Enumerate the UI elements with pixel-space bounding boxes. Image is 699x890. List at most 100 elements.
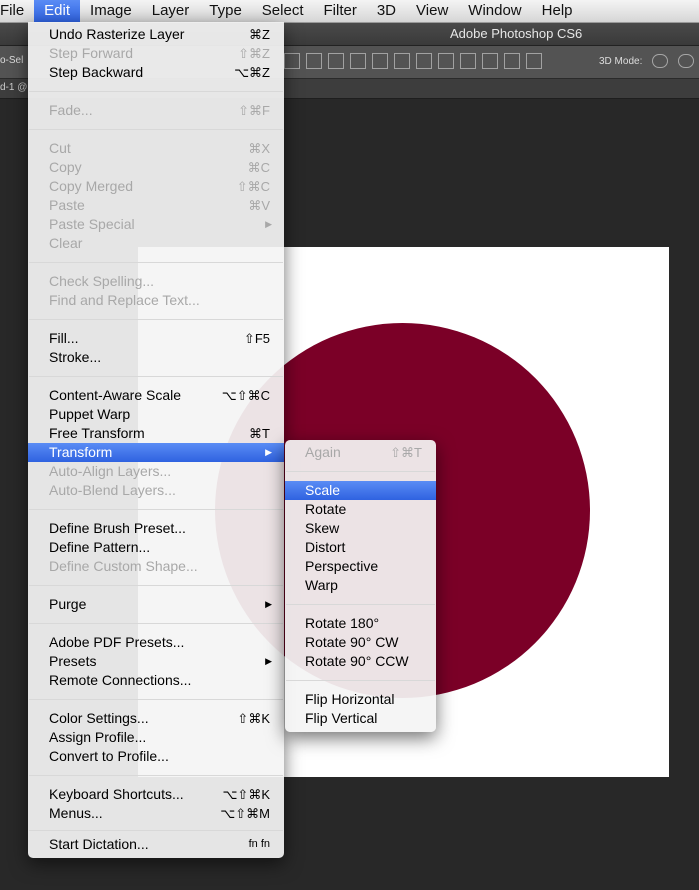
shortcut: ⇧F5 [243, 331, 270, 346]
menu-item-label: Keyboard Shortcuts... [49, 786, 184, 802]
menu-item-auto-align: Auto-Align Layers... [28, 462, 284, 481]
menu-item-perspective[interactable]: Perspective [285, 557, 436, 576]
shortcut: ⇧⌘C [236, 179, 270, 194]
menu-separator [29, 91, 283, 92]
menu-item-define-custom-shape: Define Custom Shape... [28, 557, 284, 576]
menu-item-rotate-180[interactable]: Rotate 180° [285, 614, 436, 633]
menu-item-label: Flip Vertical [305, 710, 378, 726]
shortcut: ⇧⌘T [390, 445, 422, 460]
menu-item-define-brush[interactable]: Define Brush Preset... [28, 519, 284, 538]
menu-item-label: Undo Rasterize Layer [49, 26, 185, 42]
menu-item-warp[interactable]: Warp [285, 576, 436, 595]
3d-roll-icon[interactable] [678, 54, 694, 68]
menu-item-flip-vertical[interactable]: Flip Vertical [285, 709, 436, 728]
menu-item-fill[interactable]: Fill... ⇧F5 [28, 329, 284, 348]
menu-edit[interactable]: Edit [34, 0, 81, 22]
menu-item-menus[interactable]: Menus... ⌥⇧⌘M [28, 804, 284, 823]
menu-type[interactable]: Type [199, 0, 252, 22]
menu-item-convert-profile[interactable]: Convert to Profile... [28, 747, 284, 766]
align-right-icon[interactable] [394, 53, 410, 69]
menu-item-label: Color Settings... [49, 710, 149, 726]
menu-item-label: Check Spelling... [49, 273, 155, 289]
shortcut: ⌘X [248, 141, 270, 156]
menu-filter[interactable]: Filter [314, 0, 367, 22]
distribute-hcenter-icon[interactable] [504, 53, 520, 69]
menu-item-content-aware-scale[interactable]: Content-Aware Scale ⌥⇧⌘C [28, 386, 284, 405]
menu-layer[interactable]: Layer [142, 0, 200, 22]
menu-3d[interactable]: 3D [367, 0, 406, 22]
menu-item-label: Remote Connections... [49, 672, 192, 688]
3d-orbit-icon[interactable] [652, 54, 668, 68]
menu-select[interactable]: Select [252, 0, 314, 22]
menu-separator [286, 680, 435, 681]
menu-item-free-transform[interactable]: Free Transform ⌘T [28, 424, 284, 443]
menu-item-label: Define Pattern... [49, 539, 151, 555]
menu-item-puppet-warp[interactable]: Puppet Warp [28, 405, 284, 424]
shortcut: ⌥⇧⌘M [220, 806, 270, 821]
menu-item-pdf-presets[interactable]: Adobe PDF Presets... [28, 633, 284, 652]
shortcut: ⌥⌘Z [234, 65, 270, 80]
align-vcenter-icon[interactable] [306, 53, 322, 69]
menu-bar: File Edit Image Layer Type Select Filter… [0, 0, 699, 23]
menu-item-presets[interactable]: Presets ▶ [28, 652, 284, 671]
menu-item-label: Fill... [49, 330, 79, 346]
menu-item-color-settings[interactable]: Color Settings... ⇧⌘K [28, 709, 284, 728]
distribute-top-icon[interactable] [416, 53, 432, 69]
menu-item-start-dictation[interactable]: Start Dictation... fn fn [28, 835, 284, 854]
align-bottom-icon[interactable] [328, 53, 344, 69]
menu-item-flip-horizontal[interactable]: Flip Horizontal [285, 690, 436, 709]
menu-separator [29, 830, 283, 831]
menu-help[interactable]: Help [532, 0, 583, 22]
distribute-vcenter-icon[interactable] [438, 53, 454, 69]
menu-item-remote-connections[interactable]: Remote Connections... [28, 671, 284, 690]
edit-menu: Undo Rasterize Layer ⌘Z Step Forward ⇧⌘Z… [28, 22, 284, 858]
menu-item-assign-profile[interactable]: Assign Profile... [28, 728, 284, 747]
menu-separator [29, 376, 283, 377]
distribute-left-icon[interactable] [482, 53, 498, 69]
menu-item-define-pattern[interactable]: Define Pattern... [28, 538, 284, 557]
menu-separator [29, 623, 283, 624]
menu-window[interactable]: Window [458, 0, 531, 22]
menu-file[interactable]: File [0, 0, 34, 22]
menu-separator [29, 319, 283, 320]
menu-item-rotate-90-ccw[interactable]: Rotate 90° CCW [285, 652, 436, 671]
menu-item-keyboard-shortcuts[interactable]: Keyboard Shortcuts... ⌥⇧⌘K [28, 785, 284, 804]
menu-item-fade: Fade... ⇧⌘F [28, 101, 284, 120]
menu-item-label: Paste [49, 197, 85, 213]
menu-item-step-backward[interactable]: Step Backward ⌥⌘Z [28, 63, 284, 82]
menu-item-scale[interactable]: Scale [285, 481, 436, 500]
menu-image[interactable]: Image [80, 0, 142, 22]
menu-item-auto-blend: Auto-Blend Layers... [28, 481, 284, 500]
menu-item-label: Perspective [305, 558, 379, 574]
menu-item-transform[interactable]: Transform ▶ [28, 443, 284, 462]
menu-item-label: Menus... [49, 805, 103, 821]
menu-item-label: Paste Special [49, 216, 135, 232]
menu-item-label: Warp [305, 577, 338, 593]
menu-item-label: Step Backward [49, 64, 144, 80]
menu-item-skew[interactable]: Skew [285, 519, 436, 538]
menu-item-distort[interactable]: Distort [285, 538, 436, 557]
menu-item-label: Again [305, 444, 341, 460]
auto-select-label[interactable]: o-Sel [0, 55, 23, 66]
align-hcenter-icon[interactable] [372, 53, 388, 69]
menu-view[interactable]: View [406, 0, 458, 22]
menu-item-rotate[interactable]: Rotate [285, 500, 436, 519]
menu-item-purge[interactable]: Purge ▶ [28, 595, 284, 614]
menu-separator [29, 262, 283, 263]
menu-separator [29, 509, 283, 510]
distribute-bottom-icon[interactable] [460, 53, 476, 69]
menu-item-undo[interactable]: Undo Rasterize Layer ⌘Z [28, 25, 284, 44]
menu-item-label: Start Dictation... [49, 836, 149, 852]
menu-item-label: Content-Aware Scale [49, 387, 182, 403]
transform-submenu: Again ⇧⌘T Scale Rotate Skew Distort Pers… [285, 440, 436, 732]
menu-item-rotate-90-cw[interactable]: Rotate 90° CW [285, 633, 436, 652]
submenu-arrow-icon: ▶ [265, 656, 272, 666]
menu-item-label: Rotate 90° CW [305, 634, 399, 650]
align-left-icon[interactable] [350, 53, 366, 69]
align-top-icon[interactable] [284, 53, 300, 69]
menu-item-stroke[interactable]: Stroke... [28, 348, 284, 367]
menu-separator [29, 129, 283, 130]
document-tab[interactable]: d-1 @ [0, 82, 27, 93]
distribute-right-icon[interactable] [526, 53, 542, 69]
menu-item-label: Clear [49, 235, 83, 251]
